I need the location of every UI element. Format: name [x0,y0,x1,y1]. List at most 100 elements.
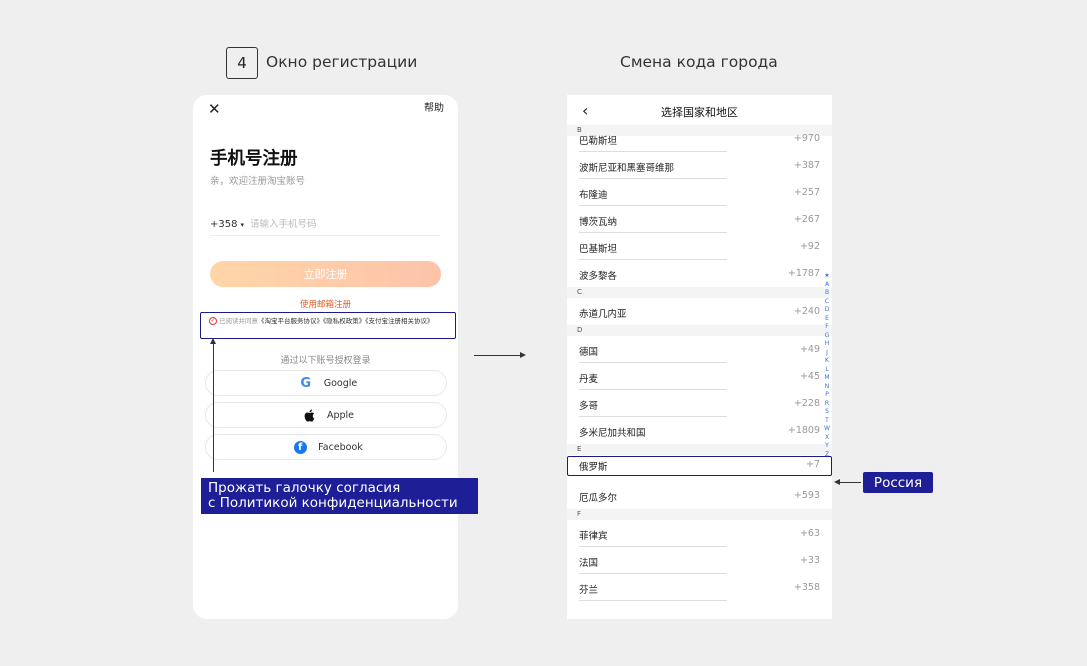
alphabet-index-letter[interactable]: P [823,391,831,400]
country-name: 巴基斯坦 [579,244,618,255]
right-panel-title: Смена кода города [620,53,778,71]
section-header: E [567,444,832,455]
country-name: 菲律宾 [579,531,608,542]
country-picker-screen: ‹ 选择国家和地区 B 巴勒斯坦 +970 波斯尼亚和黑塞哥维那 +387 布隆迪 +257… [567,95,832,619]
alphabet-index-letter[interactable]: K [823,357,831,366]
dial-code: +358 [793,582,820,593]
country-list: B 巴勒斯坦 +970 波斯尼亚和黑塞哥维那 +387 布隆迪 +257 博茨瓦纳 +267 巴基… [567,125,832,601]
country-name: 博茨瓦纳 [579,217,618,228]
dial-code: +92 [799,241,820,252]
country-name: 芬兰 [579,585,599,596]
alphabet-index-letter[interactable]: H [823,340,831,349]
phone-field-row: +358 ▾ [210,214,440,236]
country-name: 法国 [579,558,599,569]
alphabet-index-letter[interactable]: C [823,298,831,307]
alphabet-index-letter[interactable]: E [823,315,831,324]
alphabet-index-letter[interactable]: A [823,281,831,290]
country-row[interactable]: 厄瓜多尔 +593 [567,482,832,509]
agreement-checkbox-row[interactable]: ✓ 已阅读并同意《淘宝平台服务协议》《隐私权政策》《支付宝注册相关协议》 [200,312,456,339]
alphabet-index-letter[interactable]: Y [823,442,831,451]
alphabet-index-letter[interactable]: X [823,434,831,443]
apple-login-button[interactable]: Apple [205,402,447,428]
alphabet-index-letter[interactable]: M [823,374,831,383]
country-code-selector[interactable]: +358 [210,219,237,230]
step-number-badge: 4 [226,47,258,79]
phone-input[interactable] [249,219,420,230]
dial-code: +257 [793,187,820,198]
country-row[interactable]: 法国 +33 [567,547,832,574]
dial-code: +49 [799,344,820,355]
page-title: 手机号注册 [210,149,298,169]
close-icon[interactable]: ✕ [208,100,221,118]
alphabet-index-letter[interactable]: Z [823,451,831,460]
country-row[interactable]: 巴勒斯坦 +970 [567,133,832,152]
alphabet-index-letter[interactable]: N [823,383,831,392]
country-row[interactable]: 巴基斯坦 +92 [567,233,832,260]
country-row[interactable]: 多哥 +228 [567,390,832,417]
dial-code: +228 [793,398,820,409]
annotation-arrow-left [834,479,861,485]
alphabet-index-letter[interactable]: S [823,408,831,417]
country-row[interactable]: 赤道几内亚 +240 [567,298,832,325]
agreement-doc-privacy[interactable]: 《隐私权政策》 [323,317,365,325]
country-row[interactable]: 布隆迪 +257 [567,179,832,206]
agreement-prefix: 已阅读并同意 [219,317,258,325]
country-row[interactable]: 菲律宾 +63 [567,520,832,547]
help-link[interactable]: 帮助 [424,99,444,114]
email-register-link[interactable]: 使用邮箱注册 [193,298,458,310]
alphabet-index-letter[interactable]: D [823,306,831,315]
apple-icon [298,409,320,422]
section-header: C [567,287,832,298]
dial-code: +1809 [787,425,820,436]
nav-title: 选择国家和地区 [661,106,738,119]
dial-code: +593 [793,490,820,501]
country-row[interactable]: 多米尼加共和国 +1809 [567,417,832,444]
transition-arrow [474,352,526,358]
agreement-doc-service[interactable]: 《淘宝平台服务协议》 [258,317,323,325]
caret-down-icon[interactable]: ▾ [240,221,244,229]
country-row[interactable]: 博茨瓦纳 +267 [567,206,832,233]
alphabet-index-letter[interactable]: B [823,289,831,298]
step-title: Окно регистрации [266,53,418,71]
register-button[interactable]: 立即注册 [210,261,441,287]
alphabet-index[interactable]: ★ A B C D E F G H J K L M N P R S T W X Y Z [823,272,831,459]
login-label: Facebook [318,441,363,453]
alphabet-index-letter[interactable]: ★ [823,272,831,281]
country-row[interactable]: 德国 +49 [567,336,832,363]
checkbox-icon[interactable]: ✓ [209,317,217,325]
google-icon: G [300,375,312,391]
dial-code: +387 [793,160,820,171]
agreement-doc-alipay[interactable]: 《支付宝注册相关协议》 [365,317,433,325]
country-row[interactable]: 波多黎各 +1787 [567,260,832,287]
alphabet-index-letter[interactable]: W [823,425,831,434]
alphabet-index-letter[interactable]: G [823,332,831,341]
alphabet-index-letter[interactable]: F [823,323,831,332]
alt-login-label: 通过以下账号授权登录 [280,356,371,366]
alphabet-index-letter[interactable]: T [823,417,831,426]
alphabet-index-letter[interactable]: R [823,400,831,409]
country-row[interactable]: 俄罗斯 +7 [567,455,832,482]
annotation-russia-tag: Россия [863,472,933,493]
dial-code: +7 [805,459,820,470]
country-name: 布隆迪 [579,190,608,201]
login-label: Google [323,377,358,389]
dial-code: +1787 [787,268,820,279]
country-row[interactable]: 丹麦 +45 [567,363,832,390]
facebook-icon: f [289,440,311,454]
section-header: F [567,509,832,520]
country-name: 波多黎各 [579,271,618,282]
dial-code: +267 [793,214,820,225]
alphabet-index-letter[interactable]: L [823,366,831,375]
country-name: 俄罗斯 [579,462,608,473]
country-row[interactable]: 波斯尼亚和黑塞哥维那 +387 [567,152,832,179]
page-subtitle: 亲，欢迎注册淘宝账号 [210,176,306,187]
country-name: 赤道几内亚 [579,309,627,320]
country-row[interactable]: 芬兰 +358 [567,574,832,601]
alphabet-index-letter[interactable]: J [823,349,831,358]
country-name: 厄瓜多尔 [579,493,618,504]
country-name: 波斯尼亚和黑塞哥维那 [579,163,675,174]
facebook-login-button[interactable]: f Facebook [205,434,447,460]
google-login-button[interactable]: G Google [205,370,447,396]
annotation-line-1: Прожать галочку согласия [208,480,401,496]
annotation-line-2: с Политикой конфиденциальности [208,495,458,511]
